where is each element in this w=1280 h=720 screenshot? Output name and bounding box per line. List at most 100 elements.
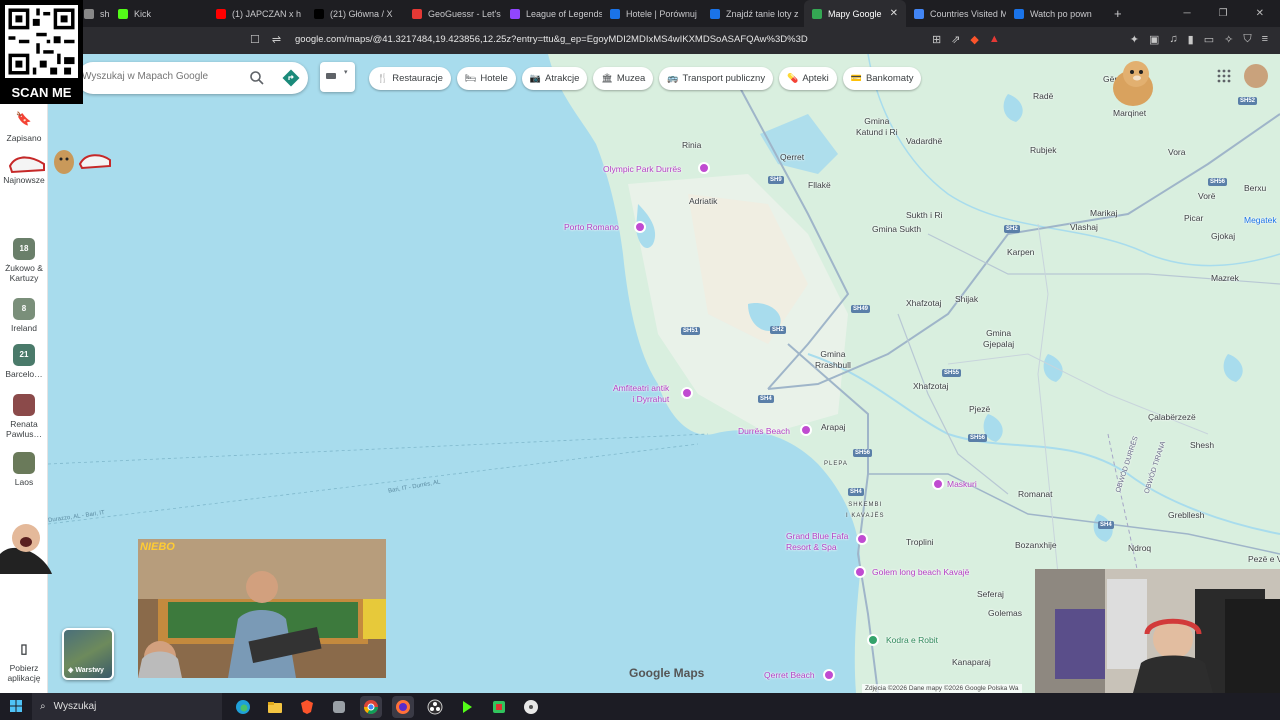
map-poi-marker-icon[interactable] xyxy=(932,478,944,490)
maps-search-box[interactable] xyxy=(77,62,308,94)
category-chip[interactable]: 🏛 Muzea xyxy=(593,67,654,90)
map-place-label[interactable]: Karpen xyxy=(1007,247,1034,258)
map-place-label[interactable]: Pjezë xyxy=(969,404,990,415)
map-place-label[interactable]: Marqinet xyxy=(1113,108,1146,119)
map-poi-label[interactable]: Olympic Park Durrës xyxy=(603,164,681,175)
map-layer-toggle-button[interactable]: ▾ xyxy=(320,62,355,92)
map-place-label[interactable]: Seferaj xyxy=(977,589,1004,600)
browser-tab[interactable]: (1) JAPCZAN x h xyxy=(208,0,306,27)
map-place-label[interactable]: SHKEMBI I KAVAJËS xyxy=(846,500,884,522)
map-poi-label[interactable]: Amfiteatri antik i Dyrrahut xyxy=(613,383,669,405)
obs-icon[interactable] xyxy=(424,696,446,718)
browser-tab[interactable]: Kick xyxy=(110,0,208,27)
map-place-label[interactable]: Romanat xyxy=(1018,489,1053,500)
extensions-icon[interactable]: ✦ xyxy=(1130,33,1139,46)
map-poi-marker-icon[interactable] xyxy=(634,221,646,233)
map-place-label[interactable]: Xhafzotaj xyxy=(913,381,948,392)
brave-shield-icon[interactable]: ◆ xyxy=(970,33,978,46)
browser-tab[interactable]: League of Legends xyxy=(502,0,602,27)
map-place-label[interactable]: Ndroq xyxy=(1128,543,1151,554)
map-place-label[interactable]: Grebllesh xyxy=(1168,510,1204,521)
sidebar-item[interactable]: ▯ Pobierz aplikację xyxy=(0,638,48,683)
map-place-label[interactable]: Radë xyxy=(1033,91,1053,102)
category-chip[interactable]: 💊 Apteki xyxy=(779,67,837,90)
browser-tab[interactable]: (21) Główna / X xyxy=(306,0,404,27)
map-place-label[interactable]: Rinia xyxy=(682,140,701,151)
map-place-label[interactable]: Pezë e Vo xyxy=(1248,554,1280,565)
layers-thumbnail[interactable]: ◈ Warstwy xyxy=(62,628,114,680)
map-place-label[interactable]: Picar xyxy=(1184,213,1203,224)
map-place-label[interactable]: Gmina Gjepalaj xyxy=(983,328,1014,350)
screenshot-icon[interactable]: ▣ xyxy=(1149,33,1159,46)
menu-icon[interactable]: ≡ xyxy=(1262,33,1268,46)
directions-icon[interactable] xyxy=(282,69,300,87)
category-chip[interactable]: 🚌 Transport publiczny xyxy=(659,67,774,90)
map-poi-marker-icon[interactable] xyxy=(867,634,879,646)
category-chip[interactable]: 🍴 Restauracje xyxy=(369,67,451,90)
map-place-label[interactable]: Xhafzotaj xyxy=(906,298,941,309)
close-window-icon[interactable]: ✕ xyxy=(1256,8,1264,19)
map-place-label[interactable]: Shijak xyxy=(955,294,978,305)
maximize-icon[interactable]: ❐ xyxy=(1219,8,1228,19)
map-place-label[interactable]: Vadardhë xyxy=(906,136,942,147)
map-place-label[interactable]: Kanaparaj xyxy=(952,657,991,668)
map-poi-marker-icon[interactable] xyxy=(800,424,812,436)
map-place-label[interactable]: Vlashaj xyxy=(1070,222,1098,233)
map-poi-label[interactable]: Grand Blue Fafa Resort & Spa xyxy=(786,531,848,553)
map-place-label[interactable]: Gmina Sukth xyxy=(872,224,921,235)
map-poi-marker-icon[interactable] xyxy=(856,533,868,545)
map-place-label[interactable]: Vora xyxy=(1168,147,1186,158)
system-app-icon[interactable] xyxy=(520,696,542,718)
map-place-label[interactable]: Gmina Katund i Ri xyxy=(856,116,898,138)
browser-tab[interactable]: Hotele | Porównuj xyxy=(602,0,702,27)
category-chip[interactable]: 💳 Bankomaty xyxy=(842,67,922,90)
firefox-icon[interactable] xyxy=(392,695,414,718)
sidebar-item[interactable]: Laos xyxy=(0,452,48,487)
sidebar-item[interactable]: 8 Ireland xyxy=(0,298,48,333)
map-poi-label[interactable]: Megatek xyxy=(1244,215,1277,226)
map-place-label[interactable]: Çalabërzezë xyxy=(1148,412,1196,423)
streamlabs-icon[interactable] xyxy=(456,696,478,718)
map-poi-marker-icon[interactable] xyxy=(823,669,835,681)
user-avatar[interactable] xyxy=(1244,64,1268,88)
search-input[interactable] xyxy=(82,71,242,82)
category-chip[interactable]: 📷 Atrakcje xyxy=(521,67,588,90)
map-place-label[interactable]: Bozanxhije xyxy=(1015,540,1057,551)
minimize-icon[interactable]: ─ xyxy=(1184,8,1191,19)
site-info-icon[interactable]: ⇌ xyxy=(272,33,281,46)
category-chip[interactable]: 🛏 Hotele xyxy=(456,67,516,90)
sidebar-item[interactable]: 18 Żukowo & Kartuzy xyxy=(0,238,48,283)
sidebar-item[interactable]: 21 Barcelo… xyxy=(0,344,48,379)
sidebar-toggle-icon[interactable]: ▮ xyxy=(1188,33,1194,46)
map-place-label[interactable]: Marikaj xyxy=(1090,208,1117,219)
map-poi-label[interactable]: Porto Romano xyxy=(564,222,619,233)
map-attribution[interactable]: Zdjęcia ©2026 Dane mapy ©2026 Google Pol… xyxy=(862,684,1022,693)
map-place-label[interactable]: Mazrek xyxy=(1211,273,1239,284)
map-poi-marker-icon[interactable] xyxy=(681,387,693,399)
browser-tab[interactable]: Znajdź tanie loty z xyxy=(702,0,804,27)
vpn-icon[interactable]: ⛉ xyxy=(1243,33,1251,46)
map-place-label[interactable]: Arapaj xyxy=(821,422,846,433)
search-icon[interactable] xyxy=(249,70,265,86)
map-place-label[interactable]: Adriatik xyxy=(689,196,717,207)
brave-rewards-icon[interactable]: ▲ xyxy=(989,33,1000,46)
map-poi-marker-icon[interactable] xyxy=(854,566,866,578)
leo-icon[interactable]: ✧ xyxy=(1224,33,1233,46)
map-place-label[interactable]: Gjokaj xyxy=(1211,231,1235,242)
map-place-label[interactable]: Qerret xyxy=(780,152,804,163)
windows-start-icon[interactable] xyxy=(10,700,22,712)
browser-tab[interactable]: Countries Visited M xyxy=(906,0,1006,27)
spotify-icon[interactable] xyxy=(488,696,510,718)
map-place-label[interactable]: Shesh xyxy=(1190,440,1214,451)
chrome-icon[interactable] xyxy=(360,695,382,718)
bookmark-page-icon[interactable]: ☐ xyxy=(250,33,260,46)
map-place-label[interactable]: Vorë xyxy=(1198,191,1216,202)
map-poi-label[interactable]: Maskuri xyxy=(947,479,977,490)
install-icon[interactable]: ⊞ xyxy=(932,33,941,46)
map-place-label[interactable]: Fllakë xyxy=(808,180,831,191)
map-place-label[interactable]: Rubjek xyxy=(1030,145,1056,156)
map-poi-label[interactable]: Golem long beach Kavajë xyxy=(872,567,969,578)
browser-tab[interactable]: GeoGuessr - Let's e xyxy=(404,0,502,27)
new-tab-button[interactable]: + xyxy=(1106,0,1130,27)
map-place-label[interactable]: Golemas xyxy=(988,608,1022,619)
